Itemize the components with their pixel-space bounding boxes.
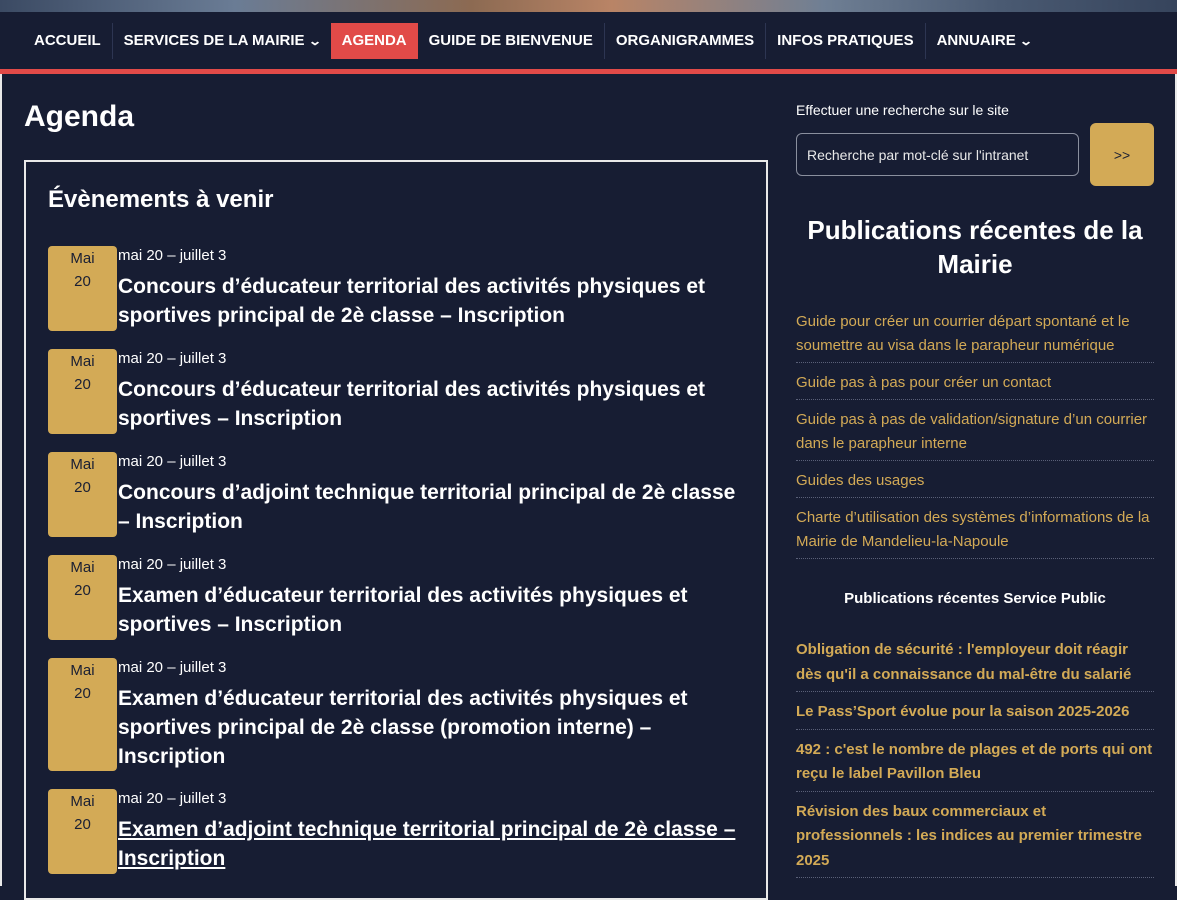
search-label: Effectuer une recherche sur le site (796, 102, 1009, 118)
date-month: Mai (70, 456, 95, 473)
date-badge: Mai 20 (48, 658, 117, 771)
nav-item-label: INFOS PRATIQUES (777, 31, 914, 49)
service-public-title: Publications récentes Service Public (844, 590, 1106, 607)
publication-link[interactable]: Charte d’utilisation des systèmes d’info… (796, 506, 1154, 559)
nav-item-accueil[interactable]: ACCUEIL (23, 23, 112, 59)
main-nav: ACCUEIL SERVICES DE LA MAIRIE ⌄ AGENDA GU… (0, 12, 1177, 69)
date-month: Mai (70, 793, 95, 810)
date-badge: Mai 20 (48, 452, 117, 537)
nav-item-annuaire[interactable]: ANNUAIRE ⌄ (924, 22, 1042, 59)
nav-item-label: SERVICES DE LA MAIRIE (123, 31, 305, 49)
page-frame-left (0, 74, 2, 886)
nav-item-agenda[interactable]: AGENDA (330, 22, 418, 59)
event-title-link[interactable]: Concours d’éducateur territorial des act… (118, 375, 748, 433)
publication-link[interactable]: Guide pas à pas pour créer un contact (796, 371, 1154, 400)
nav-item-label: GUIDE DE BIENVENUE (428, 31, 593, 49)
event-title-link[interactable]: Examen d’éducateur territorial des activ… (118, 684, 748, 771)
event-title-link[interactable]: Concours d’adjoint technique territorial… (118, 478, 748, 536)
event-date-range: mai 20 – juillet 3 (118, 790, 227, 807)
nav-item-services[interactable]: SERVICES DE LA MAIRIE ⌄ (111, 22, 331, 59)
event-date-range: mai 20 – juillet 3 (118, 247, 227, 264)
date-badge: Mai 20 (48, 349, 117, 434)
service-public-link[interactable]: Obligation de sécurité : l'employeur doi… (796, 638, 1154, 692)
nav-item-organigrammes[interactable]: ORGANIGRAMMES (603, 22, 765, 59)
date-day: 20 (74, 376, 91, 393)
publication-link[interactable]: Guides des usages (796, 469, 1154, 498)
nav-accent-line (0, 69, 1177, 74)
date-month: Mai (70, 662, 95, 679)
search-button[interactable]: >> (1090, 123, 1154, 186)
event-date-range: mai 20 – juillet 3 (118, 350, 227, 367)
nav-item-infos[interactable]: INFOS PRATIQUES (765, 22, 924, 59)
service-public-link[interactable]: Révision des baux commerciaux et profess… (796, 800, 1154, 878)
event-date-range: mai 20 – juillet 3 (118, 453, 227, 470)
publications-list: Guide pour créer un courrier départ spon… (796, 310, 1154, 567)
page-title: Agenda (24, 100, 135, 133)
service-public-list: Obligation de sécurité : l'employeur doi… (796, 638, 1154, 886)
nav-item-guide[interactable]: GUIDE DE BIENVENUE (418, 23, 604, 59)
date-day: 20 (74, 273, 91, 290)
nav-item-label: ACCUEIL (34, 31, 101, 49)
event-title-link[interactable]: Examen d’adjoint technique territorial p… (118, 815, 748, 873)
nav-item-label: AGENDA (341, 31, 407, 49)
chevron-down-icon: ⌄ (1018, 33, 1033, 48)
date-day: 20 (74, 816, 91, 833)
service-public-link[interactable]: 492 : c'est le nombre de plages et de po… (796, 738, 1154, 792)
publication-link[interactable]: Guide pour créer un courrier départ spon… (796, 310, 1154, 363)
date-month: Mai (70, 559, 95, 576)
event-title-link[interactable]: Examen d’éducateur territorial des activ… (118, 581, 748, 639)
nav-item-label: ORGANIGRAMMES (615, 31, 755, 49)
date-month: Mai (70, 353, 95, 370)
service-public-link[interactable]: Le Pass’Sport évolue pour la saison 2025… (796, 700, 1154, 730)
publications-title: Publications récentes de la Mairie (807, 215, 1143, 279)
publication-link[interactable]: Guide pas à pas de validation/signature … (796, 408, 1154, 461)
date-day: 20 (74, 685, 91, 702)
date-badge: Mai 20 (48, 789, 117, 874)
event-date-range: mai 20 – juillet 3 (118, 556, 227, 573)
header-banner-image (0, 0, 1177, 12)
chevron-down-icon: ⌄ (307, 33, 322, 48)
date-badge: Mai 20 (48, 555, 117, 640)
date-day: 20 (74, 582, 91, 599)
nav-item-label: ANNUAIRE (936, 31, 1016, 49)
date-month: Mai (70, 250, 95, 267)
event-title-link[interactable]: Concours d’éducateur territorial des act… (118, 272, 748, 330)
events-title: Évènements à venir (48, 186, 274, 213)
search-input[interactable] (796, 133, 1079, 176)
date-badge: Mai 20 (48, 246, 117, 331)
date-day: 20 (74, 479, 91, 496)
event-date-range: mai 20 – juillet 3 (118, 659, 227, 676)
events-panel: Évènements à venir Mai 20 mai 20 – juille… (24, 160, 768, 900)
